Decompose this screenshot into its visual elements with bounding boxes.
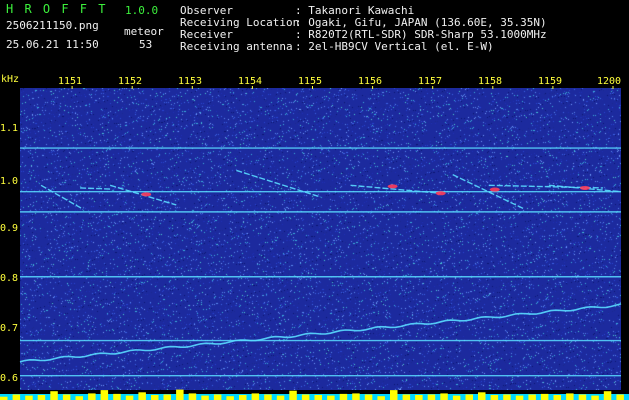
power-bar (352, 393, 360, 400)
power-bar (566, 393, 574, 400)
power-bar (12, 394, 21, 400)
meteor-head (579, 185, 590, 190)
power-bar (553, 395, 561, 400)
power-bar (88, 393, 96, 400)
power-bar (213, 394, 222, 400)
power-bar (364, 394, 373, 400)
power-bar (188, 393, 197, 400)
power-bar (138, 392, 146, 400)
power-bar (327, 395, 335, 400)
power-bar (75, 396, 83, 400)
power-strip (0, 389, 629, 400)
power-bar (50, 391, 58, 400)
power-bar (540, 393, 549, 400)
power-bar (125, 395, 134, 400)
power-bar (25, 395, 33, 400)
power-bar (163, 394, 171, 400)
power-bar (339, 393, 348, 400)
power-bar (528, 394, 536, 400)
power-bar (62, 394, 71, 400)
power-bar (276, 395, 285, 400)
meteor-echo (40, 184, 84, 210)
power-bar (176, 389, 184, 400)
power-bar (452, 395, 461, 400)
meteor-echo (236, 169, 321, 198)
power-bar (100, 390, 109, 400)
power-bar (264, 394, 272, 400)
power-bar (490, 395, 499, 400)
power-bar (301, 394, 310, 400)
power-bar (515, 395, 524, 400)
power-bar (415, 395, 423, 400)
power-bar (402, 394, 411, 400)
meteor-echo (80, 187, 111, 190)
power-bar (440, 393, 448, 400)
spectrogram-overlay (19, 86, 622, 377)
power-bar (251, 393, 260, 400)
power-bar (578, 394, 587, 400)
power-bar (239, 395, 247, 400)
power-bar (151, 395, 159, 400)
drifting-carrier (19, 303, 622, 363)
meteor-head (489, 187, 500, 192)
power-bar (603, 391, 612, 400)
power-bar (478, 392, 486, 400)
power-bar (289, 390, 297, 400)
power-bar (616, 394, 624, 400)
power-bar (314, 395, 322, 400)
power-bar (390, 390, 398, 400)
power-bar (465, 394, 473, 400)
meteor-head (387, 184, 398, 189)
power-bar (226, 396, 234, 400)
meteor-head (435, 191, 446, 196)
meteor-head (141, 192, 152, 197)
power-bar (377, 396, 385, 400)
power-bar (201, 395, 209, 400)
power-bar (113, 393, 121, 400)
power-bar (37, 395, 46, 400)
power-bar (427, 394, 436, 400)
power-bar (591, 395, 599, 400)
power-bar (503, 394, 511, 400)
